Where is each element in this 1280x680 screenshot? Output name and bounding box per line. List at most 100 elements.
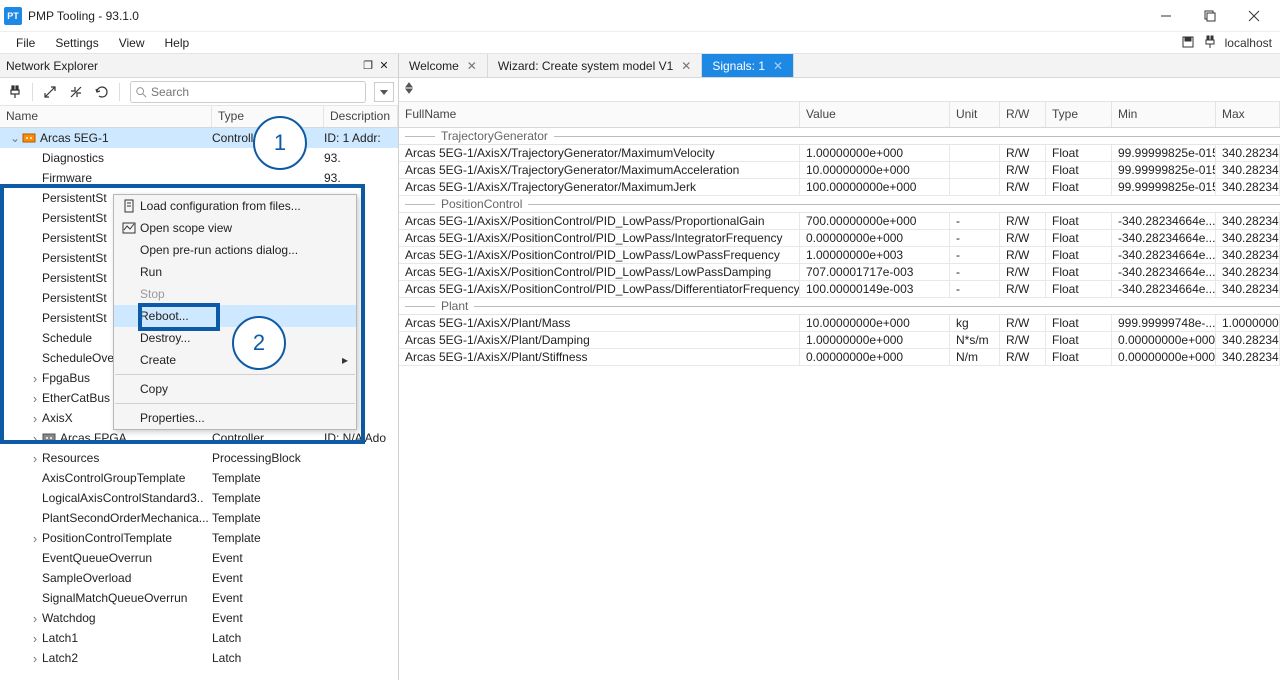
signal-row[interactable]: Arcas 5EG-1/AxisX/TrajectoryGenerator/Ma…	[399, 179, 1280, 196]
refresh-icon[interactable]	[91, 81, 113, 103]
expand-arrow-icon[interactable]	[8, 131, 22, 145]
expand-arrow-icon[interactable]	[28, 371, 42, 386]
header-rw[interactable]: R/W	[1000, 102, 1046, 127]
plug-icon[interactable]	[4, 81, 26, 103]
tree-node-name: ScheduleOve	[42, 351, 114, 365]
maximize-button[interactable]	[1188, 2, 1232, 30]
signal-full: Arcas 5EG-1/AxisX/PositionControl/PID_Lo…	[399, 247, 800, 263]
header-type[interactable]: Type	[1046, 102, 1112, 127]
signal-value: 1.00000000e+000	[800, 145, 950, 161]
tab-close-icon[interactable]: ✕	[681, 59, 691, 73]
left-toolbar	[0, 78, 398, 106]
minimize-button[interactable]	[1144, 2, 1188, 30]
signal-row[interactable]: Arcas 5EG-1/AxisX/PositionControl/PID_Lo…	[399, 247, 1280, 264]
tree-row[interactable]: LogicalAxisControlStandard3..Template	[0, 488, 398, 508]
menu-item-reboot[interactable]: Reboot...	[114, 305, 356, 327]
tree-node-name: PlantSecondOrderMechanica...	[42, 511, 209, 525]
signal-row[interactable]: Arcas 5EG-1/AxisX/PositionControl/PID_Lo…	[399, 281, 1280, 298]
signal-group-header[interactable]: Plant	[399, 298, 1280, 315]
header-fullname[interactable]: FullName	[399, 102, 800, 127]
tree-row[interactable]: SampleOverloadEvent	[0, 568, 398, 588]
menu-item-open-scope-view[interactable]: Open scope view	[114, 217, 356, 239]
tree-row[interactable]: EventQueueOverrunEvent	[0, 548, 398, 568]
signal-row[interactable]: Arcas 5EG-1/AxisX/Plant/Damping1.0000000…	[399, 332, 1280, 349]
panel-close-icon[interactable]: ✕	[376, 59, 392, 72]
signal-row[interactable]: Arcas 5EG-1/AxisX/PositionControl/PID_Lo…	[399, 264, 1280, 281]
header-max[interactable]: Max	[1216, 102, 1280, 127]
header-unit[interactable]: Unit	[950, 102, 1000, 127]
search-input[interactable]	[151, 85, 361, 99]
tree-row[interactable]: Arcas FPGAControllerID: N/A Ado	[0, 428, 398, 448]
tree-node-name: Firmware	[42, 171, 92, 185]
sort-icon[interactable]	[405, 81, 419, 98]
menu-item-label: Stop	[140, 287, 348, 301]
menu-view[interactable]: View	[109, 33, 155, 53]
tree-node-type: Template	[212, 511, 324, 525]
save-icon[interactable]	[1181, 35, 1195, 52]
tree-row[interactable]: Diagnostics93.	[0, 148, 398, 168]
signal-group-header[interactable]: PositionControl	[399, 196, 1280, 213]
menu-item-run[interactable]: Run	[114, 261, 356, 283]
menu-item-copy[interactable]: Copy	[114, 378, 356, 400]
menu-item-open-pre-run-actions-dialog[interactable]: Open pre-run actions dialog...	[114, 239, 356, 261]
signal-rw: R/W	[1000, 179, 1046, 195]
expand-arrow-icon[interactable]	[28, 631, 42, 646]
expand-arrow-icon[interactable]	[28, 391, 42, 406]
tree-row[interactable]: Latch2Latch	[0, 648, 398, 668]
expand-arrow-icon[interactable]	[28, 531, 42, 546]
search-box[interactable]	[130, 81, 366, 103]
menu-settings[interactable]: Settings	[45, 33, 108, 53]
tree-row[interactable]: ResourcesProcessingBlock	[0, 448, 398, 468]
tab-signals-1[interactable]: Signals: 1✕	[702, 54, 794, 77]
tree-row[interactable]: Arcas 5EG-1ControllerID: 1 Addr:	[0, 128, 398, 148]
expand-arrow-icon[interactable]	[28, 651, 42, 666]
close-button[interactable]	[1232, 2, 1276, 30]
signal-min: 99.99999825e-015	[1112, 145, 1216, 161]
signal-max: 340.28234	[1216, 179, 1280, 195]
signal-row[interactable]: Arcas 5EG-1/AxisX/Plant/Mass10.00000000e…	[399, 315, 1280, 332]
plug-icon[interactable]	[1203, 35, 1217, 52]
tree-row[interactable]: PlantSecondOrderMechanica...Template	[0, 508, 398, 528]
signal-row[interactable]: Arcas 5EG-1/AxisX/PositionControl/PID_Lo…	[399, 213, 1280, 230]
tree-row[interactable]: PositionControlTemplateTemplate	[0, 528, 398, 548]
signal-group-header[interactable]: TrajectoryGenerator	[399, 128, 1280, 145]
tab-close-icon[interactable]: ✕	[773, 59, 783, 73]
header-value[interactable]: Value	[800, 102, 950, 127]
tree-node-type: Template	[212, 491, 324, 505]
expand-arrow-icon[interactable]	[28, 451, 42, 466]
scope-icon	[118, 221, 140, 235]
menu-file[interactable]: File	[6, 33, 45, 53]
signals-body[interactable]: TrajectoryGeneratorArcas 5EG-1/AxisX/Tra…	[399, 128, 1280, 680]
tree-node-type: Controller	[212, 431, 324, 445]
signal-rw: R/W	[1000, 315, 1046, 331]
tree-row[interactable]: AxisControlGroupTemplateTemplate	[0, 468, 398, 488]
header-desc[interactable]: Description	[324, 106, 398, 127]
signal-row[interactable]: Arcas 5EG-1/AxisX/PositionControl/PID_Lo…	[399, 230, 1280, 247]
expand-arrow-icon[interactable]	[28, 611, 42, 626]
header-min[interactable]: Min	[1112, 102, 1216, 127]
tab-wizard-create-system-model-v1[interactable]: Wizard: Create system model V1✕	[488, 54, 702, 77]
signal-row[interactable]: Arcas 5EG-1/AxisX/Plant/Stiffness0.00000…	[399, 349, 1280, 366]
collapse-icon[interactable]	[65, 81, 87, 103]
tree-node-name: PositionControlTemplate	[42, 531, 172, 545]
signal-type: Float	[1046, 281, 1112, 297]
signal-row[interactable]: Arcas 5EG-1/AxisX/TrajectoryGenerator/Ma…	[399, 162, 1280, 179]
signal-full: Arcas 5EG-1/AxisX/PositionControl/PID_Lo…	[399, 213, 800, 229]
tree-row[interactable]: SignalMatchQueueOverrunEvent	[0, 588, 398, 608]
tree-row[interactable]: WatchdogEvent	[0, 608, 398, 628]
menu-item-properties[interactable]: Properties...	[114, 407, 356, 429]
expand-icon[interactable]	[39, 81, 61, 103]
signal-row[interactable]: Arcas 5EG-1/AxisX/TrajectoryGenerator/Ma…	[399, 145, 1280, 162]
expand-arrow-icon[interactable]	[28, 411, 42, 426]
signal-max: 340.28234	[1216, 332, 1280, 348]
expand-arrow-icon[interactable]	[28, 431, 42, 446]
tab-welcome[interactable]: Welcome✕	[399, 54, 488, 77]
menu-item-load-configuration-from-files[interactable]: Load configuration from files...	[114, 195, 356, 217]
filter-dropdown[interactable]	[374, 82, 394, 102]
panel-float-icon[interactable]: ❐	[360, 59, 376, 72]
header-name[interactable]: Name	[0, 106, 212, 127]
tab-close-icon[interactable]: ✕	[467, 59, 477, 73]
tree-row[interactable]: Firmware93.	[0, 168, 398, 188]
menu-help[interactable]: Help	[155, 33, 200, 53]
tree-row[interactable]: Latch1Latch	[0, 628, 398, 648]
